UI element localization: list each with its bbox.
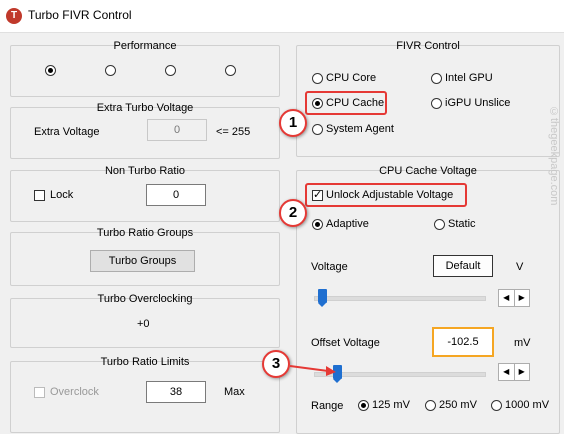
callout-3: 3 bbox=[262, 350, 290, 378]
range-1000-radio[interactable] bbox=[491, 400, 502, 411]
voltage-unit: V bbox=[516, 261, 524, 273]
igpu-unslice-label: iGPU Unslice bbox=[445, 97, 511, 109]
cpu-core-label: CPU Core bbox=[326, 72, 377, 84]
turbo-overclocking-title: Turbo Overclocking bbox=[97, 293, 193, 305]
voltage-label: Voltage bbox=[311, 261, 348, 273]
fivr-control-title: FIVR Control bbox=[396, 40, 460, 52]
non-turbo-ratio-title: Non Turbo Ratio bbox=[104, 165, 186, 177]
voltage-increase-icon[interactable]: ▶ bbox=[515, 290, 530, 306]
adaptive-label: Adaptive bbox=[326, 218, 369, 230]
range-125-radio[interactable] bbox=[358, 400, 369, 411]
performance-radio-1[interactable] bbox=[45, 65, 56, 76]
static-radio[interactable] bbox=[434, 219, 445, 230]
turbo-ratio-limit-input[interactable]: 38 bbox=[146, 381, 206, 403]
turbo-overclocking-value: +0 bbox=[137, 318, 150, 330]
performance-title: Performance bbox=[113, 40, 177, 52]
non-turbo-ratio-input[interactable]: 0 bbox=[146, 184, 206, 206]
lock-checkbox[interactable] bbox=[34, 190, 45, 201]
voltage-slider-thumb[interactable] bbox=[318, 289, 327, 307]
callout-1: 1 bbox=[279, 109, 307, 137]
voltage-default-field[interactable]: Default bbox=[433, 255, 493, 277]
range-label: Range bbox=[311, 400, 344, 412]
unlock-voltage-highlight bbox=[305, 183, 467, 207]
voltage-spin-buttons[interactable]: ◀ ▶ bbox=[498, 289, 530, 307]
extra-turbo-voltage-title: Extra Turbo Voltage bbox=[96, 102, 194, 114]
range-250-label: 250 mV bbox=[439, 399, 477, 411]
performance-radio-4[interactable] bbox=[225, 65, 236, 76]
extra-voltage-label: Extra Voltage bbox=[34, 126, 100, 138]
intel-gpu-label: Intel GPU bbox=[445, 72, 493, 84]
watermark: ©thegeekpage.com bbox=[548, 106, 560, 206]
cpu-cache-highlight bbox=[305, 91, 387, 115]
igpu-unslice-radio[interactable] bbox=[431, 98, 442, 109]
offset-voltage-label: Offset Voltage bbox=[311, 337, 380, 349]
window-title: Turbo FIVR Control bbox=[28, 8, 132, 22]
arrow-line bbox=[289, 365, 329, 372]
adaptive-radio[interactable] bbox=[312, 219, 323, 230]
static-label: Static bbox=[448, 218, 476, 230]
performance-radio-3[interactable] bbox=[165, 65, 176, 76]
overclock-label: Overclock bbox=[50, 386, 99, 398]
max-label: Max bbox=[224, 386, 245, 398]
arrow-head bbox=[326, 366, 336, 376]
range-125-label: 125 mV bbox=[372, 399, 410, 411]
cpu-cache-voltage-title: CPU Cache Voltage bbox=[379, 165, 477, 177]
turbo-groups-button[interactable]: Turbo Groups bbox=[90, 250, 195, 272]
system-agent-label: System Agent bbox=[326, 123, 394, 135]
offset-spin-buttons[interactable]: ◀ ▶ bbox=[498, 363, 530, 381]
turbo-ratio-groups-title: Turbo Ratio Groups bbox=[96, 227, 194, 239]
callout-2: 2 bbox=[279, 199, 307, 227]
system-agent-radio[interactable] bbox=[312, 124, 323, 135]
lock-label: Lock bbox=[50, 189, 74, 201]
performance-radio-2[interactable] bbox=[105, 65, 116, 76]
offset-voltage-unit: mV bbox=[514, 337, 531, 349]
extra-voltage-input[interactable]: 0 bbox=[147, 119, 207, 141]
offset-decrease-icon[interactable]: ◀ bbox=[499, 364, 515, 380]
offset-increase-icon[interactable]: ▶ bbox=[515, 364, 530, 380]
voltage-decrease-icon[interactable]: ◀ bbox=[499, 290, 515, 306]
range-1000-label: 1000 mV bbox=[505, 399, 550, 411]
cpu-core-radio[interactable] bbox=[312, 73, 323, 84]
app-icon: T bbox=[6, 8, 22, 24]
range-250-radio[interactable] bbox=[425, 400, 436, 411]
turbo-ratio-limits-title: Turbo Ratio Limits bbox=[100, 356, 190, 368]
extra-voltage-limit: <= 255 bbox=[216, 126, 251, 138]
voltage-slider-track[interactable] bbox=[314, 296, 486, 301]
callout-3-arrow bbox=[289, 365, 336, 376]
intel-gpu-radio[interactable] bbox=[431, 73, 442, 84]
offset-voltage-input[interactable]: -102.5 bbox=[432, 327, 494, 357]
overclock-checkbox[interactable] bbox=[34, 387, 45, 398]
